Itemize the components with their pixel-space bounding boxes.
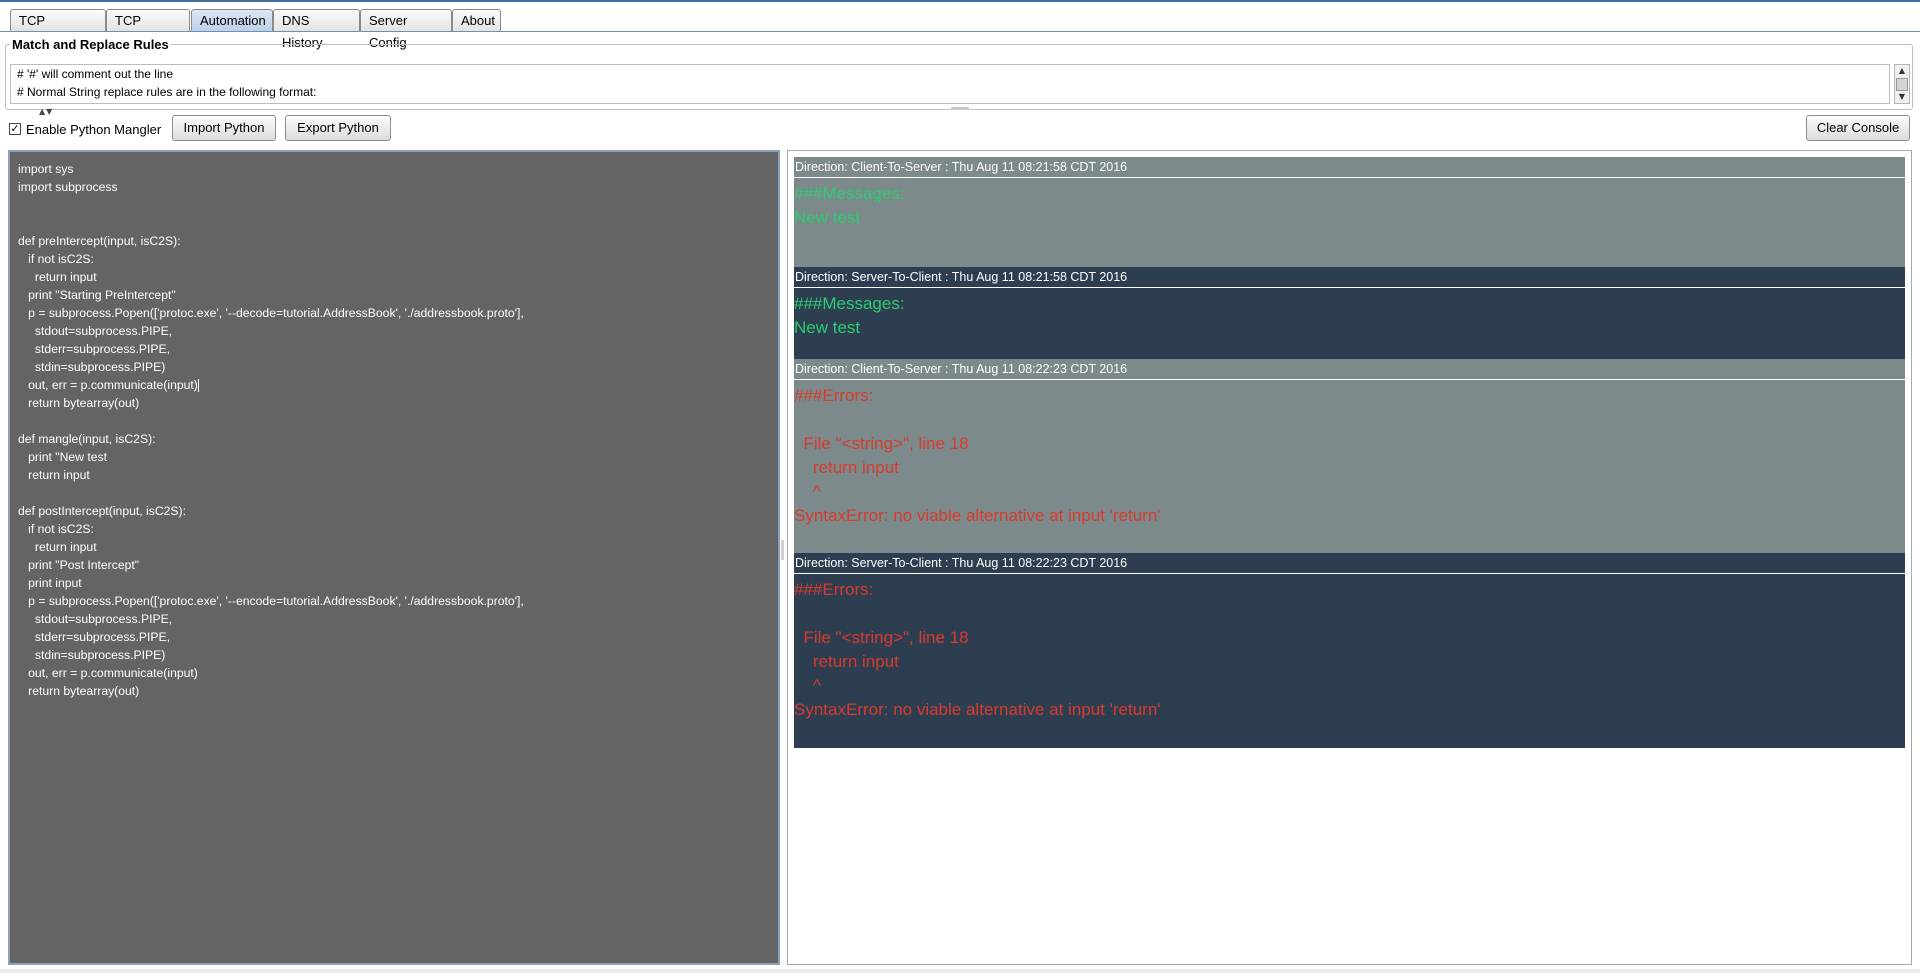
import-python-button[interactable]: Import Python xyxy=(172,115,276,141)
console-entry-body: ###Errors: File "<string>", line 18 retu… xyxy=(794,379,1905,556)
tab-strip: TCP Intercept TCP History Automation DNS… xyxy=(0,0,1920,50)
code-line: import subprocess xyxy=(18,180,118,194)
code-line: def mangle(input, isC2S): xyxy=(18,432,156,446)
console-entry-body: ###Errors: File "<string>", line 18 retu… xyxy=(794,573,1905,748)
tab-tcp-history[interactable]: TCP History xyxy=(106,9,190,50)
console-entry-header: Direction: Server-To-Client : Thu Aug 11… xyxy=(794,553,1905,573)
console-entry-header: Direction: Client-To-Server : Thu Aug 11… xyxy=(794,157,1905,177)
scroll-thumb[interactable] xyxy=(1896,78,1908,91)
code-line: def preIntercept(input, isC2S): xyxy=(18,234,181,248)
console-entry: Direction: Client-To-Server : Thu Aug 11… xyxy=(794,359,1905,556)
match-replace-rules-text[interactable]: # '#' will comment out the line # Normal… xyxy=(10,64,1890,104)
tab-dns-history[interactable]: DNS History xyxy=(273,9,360,50)
code-line: if not isC2S: xyxy=(18,252,94,266)
splitter-grip[interactable] xyxy=(951,107,969,110)
console-entry: Direction: Client-To-Server : Thu Aug 11… xyxy=(794,157,1905,268)
splitter-arrows-icon[interactable]: ▲▼ xyxy=(39,107,53,116)
rules-scrollbar[interactable]: ▲ ▼ xyxy=(1894,64,1910,104)
code-line: print "Starting PreIntercept" xyxy=(18,288,176,302)
code-line: stderr=subprocess.PIPE, xyxy=(18,342,171,356)
code-line: out, err = p.communicate(input) xyxy=(18,378,199,393)
code-line: print "New test xyxy=(18,450,107,464)
match-replace-title: Match and Replace Rules xyxy=(10,37,171,52)
code-line: p = subprocess.Popen(['protoc.exe', '--e… xyxy=(18,594,524,608)
console-entry-body: ###Messages: New test xyxy=(794,177,1905,268)
console-entry: Direction: Server-To-Client : Thu Aug 11… xyxy=(794,267,1905,362)
code-line: return bytearray(out) xyxy=(18,684,140,698)
text-caret xyxy=(197,379,199,393)
code-line: return input xyxy=(18,468,90,482)
enable-python-label: Enable Python Mangler xyxy=(26,121,162,137)
window-bottom-edge xyxy=(0,969,1920,973)
export-python-button[interactable]: Export Python xyxy=(285,115,391,141)
code-line: print input xyxy=(18,576,82,590)
rules-line: # Normal String replace rules are in the… xyxy=(17,85,317,99)
pane-split-handle[interactable] xyxy=(781,540,784,560)
console-entry-header: Direction: Server-To-Client : Thu Aug 11… xyxy=(794,267,1905,287)
console-entry: Direction: Server-To-Client : Thu Aug 11… xyxy=(794,553,1905,748)
code-line: stderr=subprocess.PIPE, xyxy=(18,630,171,644)
tab-about[interactable]: About xyxy=(452,9,501,31)
code-line: stdin=subprocess.PIPE) xyxy=(18,648,166,662)
code-line: if not isC2S: xyxy=(18,522,94,536)
enable-python-checkbox[interactable]: ✓ xyxy=(9,123,21,135)
code-line: return input xyxy=(18,540,97,554)
code-line: return bytearray(out) xyxy=(18,396,140,410)
enable-python-mangler-toggle[interactable]: ✓ Enable Python Mangler xyxy=(9,120,161,138)
code-line: return input xyxy=(18,270,97,284)
code-line: print "Post Intercept" xyxy=(18,558,140,572)
tab-automation[interactable]: Automation xyxy=(191,9,273,31)
rules-line: # '#' will comment out the line xyxy=(17,67,173,81)
console-entry-header: Direction: Client-To-Server : Thu Aug 11… xyxy=(794,359,1905,379)
match-replace-panel: Match and Replace Rules # '#' will comme… xyxy=(5,37,1913,110)
clear-console-button[interactable]: Clear Console xyxy=(1806,115,1910,141)
code-line: p = subprocess.Popen(['protoc.exe', '--d… xyxy=(18,306,524,320)
scroll-up-arrow-icon[interactable]: ▲ xyxy=(1895,65,1909,77)
code-line: out, err = p.communicate(input) xyxy=(18,666,198,680)
console-entry-body: ###Messages: New test xyxy=(794,287,1905,362)
code-line: stdin=subprocess.PIPE) xyxy=(18,360,166,374)
tab-server-config[interactable]: Server Config xyxy=(360,9,452,50)
code-line: stdout=subprocess.PIPE, xyxy=(18,612,173,626)
code-line: def postIntercept(input, isC2S): xyxy=(18,504,187,518)
scroll-down-arrow-icon[interactable]: ▼ xyxy=(1895,91,1909,103)
code-line: stdout=subprocess.PIPE, xyxy=(18,324,173,338)
python-code-editor[interactable]: import sys import subprocess def preInterc… xyxy=(8,150,780,965)
output-console: Direction: Client-To-Server : Thu Aug 11… xyxy=(787,150,1912,965)
tab-tcp-intercept[interactable]: TCP Intercept xyxy=(10,9,106,50)
code-line: import sys xyxy=(18,162,74,176)
